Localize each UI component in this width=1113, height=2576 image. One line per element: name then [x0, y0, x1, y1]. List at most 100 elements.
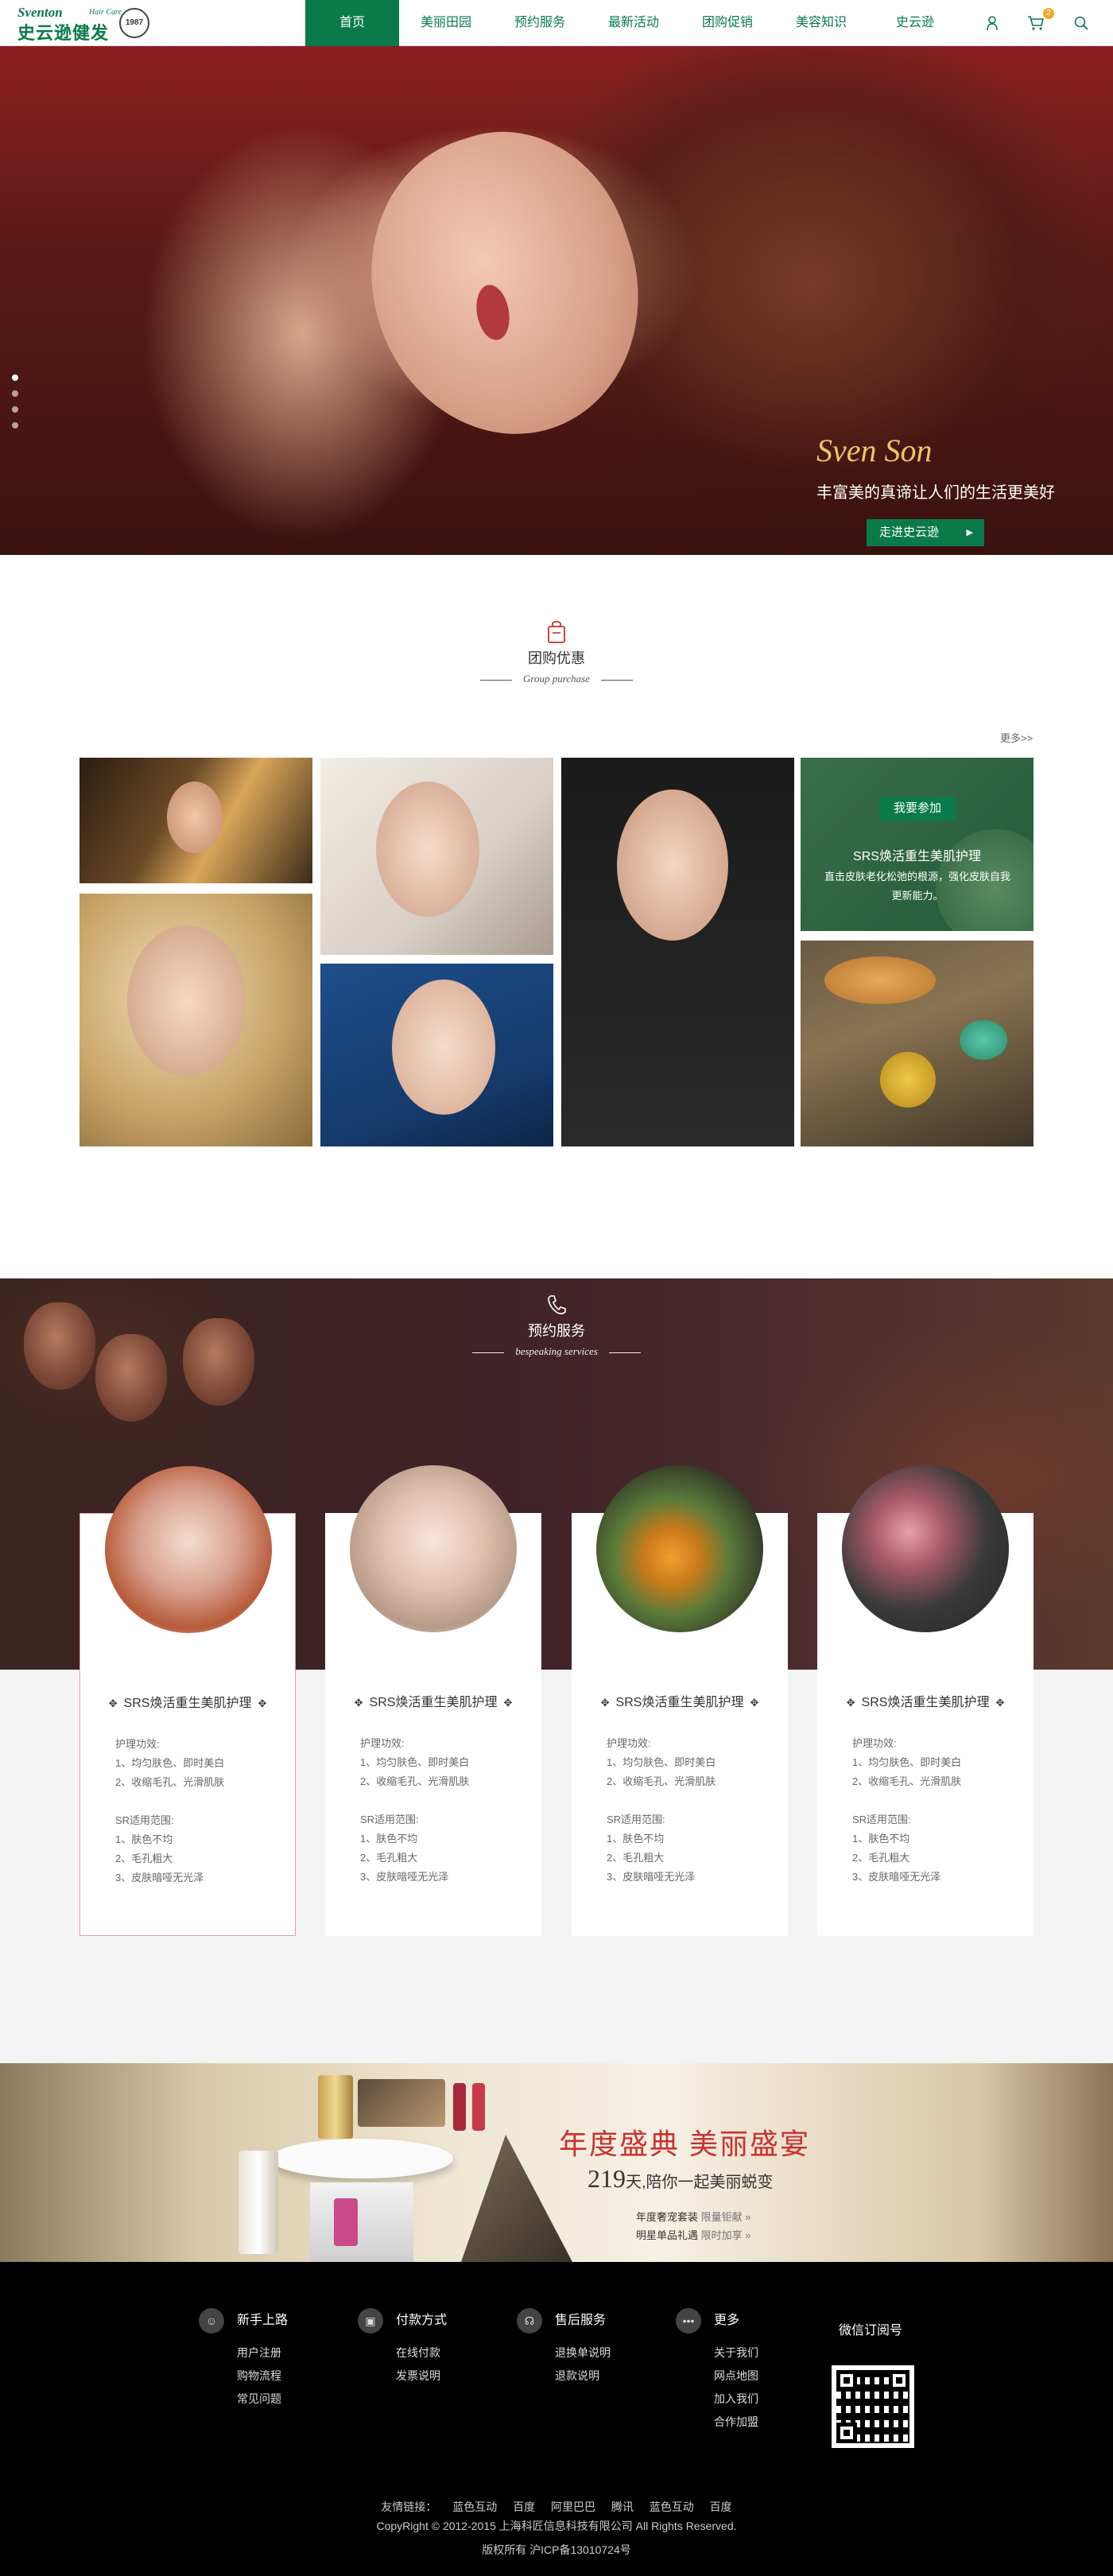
nav-item-group-promo[interactable]: 团购促销 [681, 0, 774, 46]
footer-col-head: ••• 更多 [676, 2308, 758, 2334]
friend-link[interactable]: 百度 [513, 2500, 535, 2513]
group-title-cn: 团购优惠 [528, 650, 585, 666]
nav-item-knowledge[interactable]: 美容知识 [774, 0, 868, 46]
join-button[interactable]: 我要参加 [879, 797, 956, 821]
scope-heading: SR适用范围: [852, 1814, 911, 1825]
group-tile-2-image [127, 925, 246, 1077]
nav-item-events[interactable]: 最新活动 [587, 0, 681, 46]
footer-link-online-pay[interactable]: 在线付款 [396, 2341, 447, 2365]
slider-dot-2[interactable] [12, 390, 18, 397]
ornament-left-icon: ✥ [846, 1697, 855, 1709]
friend-link[interactable]: 腾讯 [611, 2500, 634, 2513]
lipstick-image [472, 2083, 485, 2131]
card-scopes: SR适用范围: 1、肤色不均 2、毛孔粗大 3、皮肤暗哑无光泽 [607, 1810, 695, 1887]
spa-salt-image [960, 1020, 1007, 1060]
cake-stand-image [270, 2139, 453, 2178]
footer-col-title: 售后服务 [555, 2314, 607, 2327]
effect-item: 2、收缩毛孔、光滑肌肤 [360, 1775, 470, 1787]
footer-link-invoice[interactable]: 发票说明 [396, 2365, 447, 2388]
slider-dot-1[interactable] [12, 374, 18, 381]
hero-enter-label: 走进史云逊 [879, 526, 940, 539]
cart-icon[interactable] [1027, 15, 1045, 31]
group-tile-4-image [392, 980, 495, 1115]
scope-item: 1、肤色不均 [852, 1833, 910, 1845]
card-photo-1 [105, 1466, 272, 1633]
footer-link-refund[interactable]: 退款说明 [555, 2365, 611, 2388]
more-icon: ••• [676, 2308, 701, 2334]
group-tile-1-image [167, 782, 223, 853]
ornament-right-icon: ✥ [995, 1697, 1005, 1709]
booking-card-3[interactable]: ✥ SRS焕活重生美肌护理 ✥ 护理功效: 1、均匀肤色、即时美白 2、收缩毛孔、光… [572, 1465, 788, 1936]
spa-flower-image [880, 1052, 936, 1108]
scope-item: 1、肤色不均 [115, 1833, 173, 1845]
effect-heading: 护理功效: [115, 1738, 160, 1750]
booking-card-4[interactable]: ✥ SRS焕活重生美肌护理 ✥ 护理功效: 1、均匀肤色、即时美白 2、收缩毛孔、光… [817, 1465, 1034, 1936]
promo-description: 直击皮肤老化松弛的根源，强化皮肤自我更新能力。 [824, 871, 1010, 902]
card-title: ✥ SRS焕活重生美肌护理 ✥ [572, 1691, 788, 1710]
group-tile-6[interactable] [801, 941, 1034, 1146]
logo-chinese: 史云逊健发 [17, 23, 110, 43]
main-nav: 首页 美丽田园 预约服务 最新活动 团购促销 美容知识 史云逊 [305, 0, 962, 46]
footer-col-guide: ☺ 新手上路 用户注册 购物流程 常见问题 [199, 2308, 288, 2411]
group-tile-4[interactable] [320, 964, 553, 1146]
user-icon[interactable] [984, 15, 1000, 31]
friend-links: 友情链接： 蓝色互动 百度 阿里巴巴 腾讯 蓝色互动 百度 [0, 2499, 1113, 2515]
booking-card-1[interactable]: ✥ SRS焕活重生美肌护理 ✥ 护理功效: 1、均匀肤色、即时美白 2、收缩毛孔、光… [80, 1466, 296, 1936]
footer-link-franchise[interactable]: 合作加盟 [714, 2411, 758, 2434]
annual-promo-banner[interactable]: 年度盛典 美丽盛宴 219天,陪你一起美丽蜕变 年度奢宠套装 限量钜献 » 明星… [0, 2063, 1113, 2262]
offer-1-highlight: 限量钜献 » [700, 2211, 751, 2223]
nav-item-home[interactable]: 首页 [305, 0, 399, 46]
slider-dot-3[interactable] [12, 406, 18, 413]
card-title-text: SRS焕活重生美肌护理 [123, 1697, 252, 1710]
footer-col-head: ▣ 付款方式 [358, 2308, 447, 2334]
footer-link-map[interactable]: 网点地图 [714, 2365, 758, 2388]
friend-link[interactable]: 百度 [710, 2500, 732, 2513]
user-guide-icon: ☺ [199, 2308, 224, 2334]
effect-item: 2、收缩毛孔、光滑肌肤 [115, 1776, 225, 1788]
ornament-right-icon: ✥ [258, 1697, 267, 1709]
friend-link[interactable]: 蓝色互动 [452, 2500, 497, 2513]
cake-stand-base-image [310, 2182, 413, 2262]
footer-col-payment: ▣ 付款方式 在线付款 发票说明 [358, 2308, 447, 2388]
group-tile-3[interactable] [320, 758, 553, 955]
slider-dot-4[interactable] [12, 422, 18, 429]
hero-banner: Sven Son 丰富美的真谛让人们的生活更美好 走进史云逊 ▶ [0, 46, 1113, 555]
nav-item-booking[interactable]: 预约服务 [493, 0, 587, 46]
offer-2-main: 明星单品礼遇 [636, 2229, 699, 2241]
effect-item: 1、均匀肤色、即时美白 [360, 1756, 470, 1768]
banner-offer-2[interactable]: 明星单品礼遇 限时加享 » [636, 2227, 750, 2242]
footer-link-exchange[interactable]: 退换单说明 [555, 2341, 611, 2365]
effect-item: 1、均匀肤色、即时美白 [852, 1756, 962, 1768]
footer-link-shopping-flow[interactable]: 购物流程 [237, 2365, 288, 2388]
banner-offer-1[interactable]: 年度奢宠套装 限量钜献 » [636, 2209, 750, 2224]
search-icon[interactable] [1073, 15, 1089, 31]
headset-icon: ☊ [517, 2308, 542, 2334]
scope-item: 3、皮肤暗哑无光泽 [360, 1871, 449, 1883]
group-more-link[interactable]: 更多>> [1000, 730, 1033, 745]
booking-card-2[interactable]: ✥ SRS焕活重生美肌护理 ✥ 护理功效: 1、均匀肤色、即时美白 2、收缩毛孔、光… [325, 1465, 541, 1936]
card-photo-3 [596, 1465, 763, 1632]
footer-link-about[interactable]: 关于我们 [714, 2341, 758, 2365]
brand-logo[interactable]: Sventon Hair Care 史云逊健发 1987 [17, 5, 157, 43]
cart-count-badge: 2 [1043, 8, 1054, 19]
nav-item-beauty-garden[interactable]: 美丽田园 [399, 0, 493, 46]
friend-link[interactable]: 阿里巴巴 [551, 2500, 595, 2513]
footer-link-faq[interactable]: 常见问题 [237, 2388, 288, 2411]
booking-title-cn: 预约服务 [528, 1323, 585, 1339]
group-promo-card[interactable]: 我要参加 SRS焕活重生美肌护理 直击皮肤老化松弛的根源，强化皮肤自我更新能力。 [801, 758, 1034, 931]
group-tile-5[interactable] [561, 758, 794, 1146]
footer-col-title: 付款方式 [396, 2314, 448, 2327]
footer-link-join[interactable]: 加入我们 [714, 2388, 758, 2411]
group-tile-1[interactable] [80, 758, 312, 883]
friend-link[interactable]: 蓝色互动 [650, 2500, 694, 2513]
logo-seal: 1987 [119, 8, 149, 38]
footer-col-links: 关于我们 网点地图 加入我们 合作加盟 [676, 2341, 758, 2434]
hero-hair-image [572, 46, 1113, 555]
banner-subtitle: 219天,陪你一起美丽蜕变 [588, 2164, 774, 2194]
footer-link-register[interactable]: 用户注册 [237, 2341, 288, 2365]
nav-item-sventon[interactable]: 史云逊 [868, 0, 962, 46]
hero-enter-button[interactable]: 走进史云逊 ▶ [867, 519, 984, 546]
logo-tagline: Hair Care [89, 8, 122, 17]
group-tile-2[interactable] [80, 894, 312, 1146]
wallet-icon: ▣ [358, 2308, 383, 2334]
